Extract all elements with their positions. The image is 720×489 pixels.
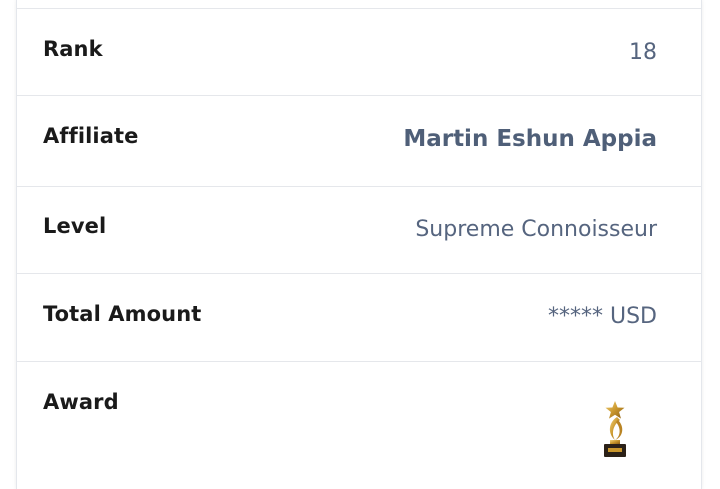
affiliate-row: Affiliate Martin Eshun Appia [17,95,701,187]
affiliate-name: Martin Eshun Appia [403,126,657,152]
level-row: Level Supreme Connoisseur [17,186,701,274]
rank-row: Rank 18 [17,8,701,96]
rank-value: 18 [629,40,657,65]
total-amount-value: ***** USD [547,304,657,329]
affiliate-label: Affiliate [43,124,139,148]
level-value: Supreme Connoisseur [415,217,657,242]
award-label: Award [43,390,119,414]
level-label: Level [43,214,107,238]
affiliate-details-card: Rank 18 Affiliate Martin Eshun Appia Lev… [16,0,702,489]
rank-label: Rank [43,37,103,61]
trophy-star-icon [604,401,626,457]
total-amount-row: Total Amount ***** USD [17,273,701,362]
total-amount-label: Total Amount [43,302,202,326]
award-row: Award [17,361,701,489]
